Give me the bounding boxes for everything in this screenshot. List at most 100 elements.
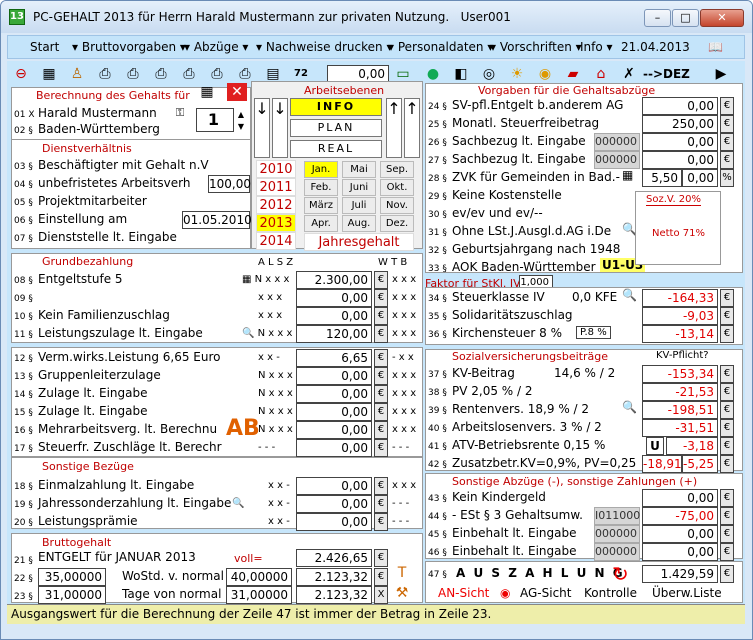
year-2014[interactable]: 2014 <box>256 232 296 250</box>
play-icon[interactable]: ▶ <box>711 65 731 83</box>
kirchensteuer-option[interactable]: P.8 % <box>576 326 611 339</box>
abzug-code[interactable]: 000000 <box>594 543 640 561</box>
abzug-code[interactable]: I011000 <box>594 507 640 525</box>
month-nov[interactable]: Nov. <box>380 197 414 214</box>
print-icon[interactable]: ⎙ <box>95 65 115 83</box>
vorgaben-value[interactable]: 0,00 <box>642 133 718 151</box>
month-mai[interactable]: Mai <box>342 161 376 178</box>
grund-value[interactable]: 120,00 <box>296 325 372 343</box>
verm-value[interactable]: 0,00 <box>296 421 372 439</box>
flag-icon[interactable]: ▰ <box>563 65 583 83</box>
maximize-button[interactable]: □ <box>672 9 699 27</box>
sachbezug-code[interactable]: 000000 <box>594 133 640 151</box>
print2-icon[interactable]: ⎙ <box>123 65 143 83</box>
grid-small-icon[interactable]: ▦ <box>622 168 633 182</box>
verm-value[interactable]: 0,00 <box>296 403 372 421</box>
real-button[interactable]: REAL <box>290 140 382 158</box>
menu-abzuege[interactable]: ▾ Abzüge ▾ <box>184 40 248 54</box>
menu-info[interactable]: Info ▾ <box>580 40 613 54</box>
grund-value[interactable]: 2.300,00 <box>296 271 372 289</box>
stamp-icon[interactable]: ◧ <box>451 65 471 83</box>
sonst-value[interactable]: 0,00 <box>296 513 372 531</box>
tools-icon[interactable]: ✗ <box>619 65 639 83</box>
person-icon[interactable]: ♙ <box>67 65 87 83</box>
abzug-value[interactable]: -75,00 <box>642 507 718 525</box>
ab-icon[interactable]: AB <box>226 416 260 441</box>
verm-value[interactable]: 0,00 <box>296 367 372 385</box>
ag-sicht-button[interactable]: AG-Sicht <box>520 586 572 600</box>
tage-field[interactable]: 31,00000 <box>38 586 106 604</box>
menu-personaldaten[interactable]: ▾ Personaldaten ▾ <box>388 40 493 54</box>
month-apr[interactable]: Apr. <box>304 215 338 232</box>
abzug-value[interactable]: 0,00 <box>642 489 718 507</box>
month-dez[interactable]: Dez. <box>380 215 414 232</box>
month-juli[interactable]: Juli <box>342 197 376 214</box>
einstellung-field[interactable]: 01.05.2010 <box>182 211 252 229</box>
print5-icon[interactable]: ⎙ <box>207 65 227 83</box>
month-okt[interactable]: Okt. <box>380 179 414 196</box>
month-juni[interactable]: Juni <box>342 179 376 196</box>
wrench-icon[interactable]: ⚒ <box>392 584 412 602</box>
app-icon[interactable]: 13 <box>9 9 25 25</box>
year-2012[interactable]: 2012 <box>256 196 296 214</box>
refresh-icon[interactable]: ↻ <box>612 562 629 586</box>
menu-start[interactable]: Start <box>30 40 59 54</box>
search-icon[interactable]: 🔍 <box>622 288 637 302</box>
hours-field[interactable]: 100,00 <box>208 175 251 193</box>
key-icon[interactable]: ⚿ <box>170 104 190 122</box>
menu-vorschriften[interactable]: ▾ Vorschriften ▾ <box>490 40 582 54</box>
close-x-icon[interactable]: ✕ <box>227 83 247 101</box>
verm-value[interactable]: 0,00 <box>296 385 372 403</box>
arrow-up-right[interactable]: ↑ <box>386 98 402 158</box>
grid-icon[interactable]: ▦ <box>39 65 59 83</box>
arrow-down-left2[interactable]: ↓ <box>272 98 288 158</box>
minimize-button[interactable]: – <box>644 9 671 27</box>
info-button[interactable]: INFO <box>290 98 382 116</box>
briefcase-icon[interactable]: ▦ <box>197 83 217 101</box>
year-2010[interactable]: 2010 <box>256 160 296 178</box>
arrow-up-right2[interactable]: ↑ <box>404 98 420 158</box>
piggy-icon[interactable]: ◎ <box>479 65 499 83</box>
month-number[interactable]: 1 <box>196 108 234 132</box>
zvk-value[interactable]: 5,50 <box>642 169 682 187</box>
book-icon[interactable]: 📖 <box>708 40 723 54</box>
month-feb[interactable]: Feb. <box>304 179 338 196</box>
sachbezug-code[interactable]: 000000 <box>594 151 640 169</box>
coins-icon[interactable]: ◉ <box>535 65 555 83</box>
print4-icon[interactable]: ⎙ <box>179 65 199 83</box>
ueberw-liste-button[interactable]: Überw.Liste <box>652 586 722 600</box>
print3-icon[interactable]: ⎙ <box>151 65 171 83</box>
wostd-field[interactable]: 35,00000 <box>38 568 106 586</box>
dez-button[interactable]: -->DEZ <box>643 67 690 81</box>
bank-icon[interactable]: ⌂ <box>591 65 611 83</box>
sonst-value[interactable]: 0,00 <box>296 477 372 495</box>
grund-value[interactable]: 0,00 <box>296 307 372 325</box>
kontrolle-button[interactable]: Kontrolle <box>584 586 637 600</box>
an-sicht-button[interactable]: AN-Sicht <box>438 586 489 600</box>
sonst-value[interactable]: 0,00 <box>296 495 372 513</box>
year-2013[interactable]: 2013 <box>256 214 296 232</box>
plan-button[interactable]: PLAN <box>290 119 382 137</box>
menu-bruttovorgaben[interactable]: ▾ Bruttovorgaben ▾ <box>72 40 186 54</box>
search-icon[interactable]: 🔍 <box>232 498 244 509</box>
globe-icon[interactable]: ● <box>423 65 443 83</box>
zvk-percent[interactable]: 0,00 <box>682 169 718 187</box>
menu-nachweise[interactable]: ▾ Nachweise drucken ▾ <box>256 40 392 54</box>
verm-value[interactable]: 0,00 <box>296 439 372 457</box>
spin-down[interactable]: ▼ <box>234 118 248 136</box>
jahresgehalt-button[interactable]: Jahresgehalt <box>304 233 414 251</box>
abzug-value[interactable]: 0,00 <box>642 525 718 543</box>
month-maerz[interactable]: März <box>304 197 338 214</box>
month-sep[interactable]: Sep. <box>380 161 414 178</box>
abzug-value[interactable]: 0,00 <box>642 543 718 561</box>
vorgaben-value[interactable]: 250,00 <box>642 115 718 133</box>
title-bar[interactable]: 13 PC-GEHALT 2013 für Herrn Harald Muste… <box>1 1 752 33</box>
close-button[interactable]: ✕ <box>700 9 744 27</box>
hammer-icon[interactable]: T <box>392 564 412 582</box>
an-sicht-radio[interactable]: ◉ <box>500 586 510 600</box>
year-2011[interactable]: 2011 <box>256 178 296 196</box>
atv-u-option[interactable]: U <box>646 437 664 455</box>
verm-value[interactable]: 6,65 <box>296 349 372 367</box>
vorgaben-value[interactable]: 0,00 <box>642 151 718 169</box>
abzug-code[interactable]: 000000 <box>594 525 640 543</box>
